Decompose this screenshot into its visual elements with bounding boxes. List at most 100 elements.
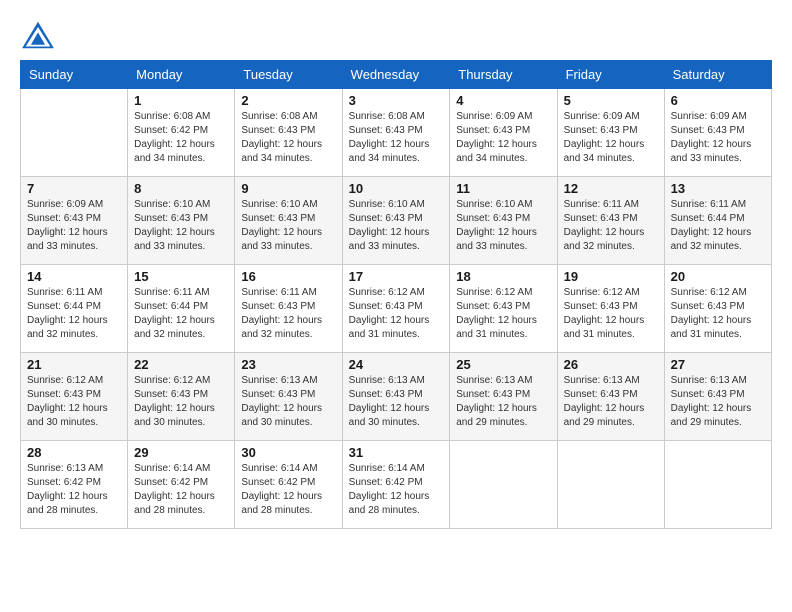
day-info: Sunrise: 6:13 AM Sunset: 6:43 PM Dayligh… xyxy=(564,374,658,430)
calendar-cell: 5Sunrise: 6:09 AM Sunset: 6:43 PM Daylig… xyxy=(557,89,664,177)
day-number: 26 xyxy=(564,357,658,372)
calendar-cell: 24 Sunrise: 6:13 AM Sunset: 6:43 PM Dayli… xyxy=(342,353,450,441)
calendar-cell: 2 Sunrise: 6:08 AM Sunset: 6:43 PM Daylig… xyxy=(235,89,342,177)
day-number: 9 xyxy=(241,181,335,196)
day-info: Sunrise: 6:12 AM Sunset: 6:43 PM Dayligh… xyxy=(671,286,765,342)
day-info: Sunrise: 6:09 AM Sunset: 6:43 PM Dayligh… xyxy=(456,110,550,166)
calendar-cell: 20 Sunrise: 6:12 AM Sunset: 6:43 PM Dayli… xyxy=(664,265,771,353)
day-number: 5 xyxy=(564,93,658,108)
day-info: Sunrise: 6:13 AM Sunset: 6:43 PM Dayligh… xyxy=(671,374,765,430)
day-info: Sunrise: 6:13 AM Sunset: 6:43 PM Dayligh… xyxy=(349,374,444,430)
day-of-week-header: Wednesday xyxy=(342,61,450,89)
calendar-cell: 23 Sunrise: 6:13 AM Sunset: 6:43 PM Dayli… xyxy=(235,353,342,441)
day-info: Sunrise: 6:12 AM Sunset: 6:43 PM Dayligh… xyxy=(134,374,228,430)
calendar-cell xyxy=(664,441,771,529)
calendar-cell: 30 Sunrise: 6:14 AM Sunset: 6:42 PM Dayli… xyxy=(235,441,342,529)
calendar-cell: 26 Sunrise: 6:13 AM Sunset: 6:43 PM Dayli… xyxy=(557,353,664,441)
day-of-week-header: Monday xyxy=(128,61,235,89)
day-number: 4 xyxy=(456,93,550,108)
day-number: 29 xyxy=(134,445,228,460)
day-number: 27 xyxy=(671,357,765,372)
day-number: 23 xyxy=(241,357,335,372)
calendar-cell: 11 Sunrise: 6:10 AM Sunset: 6:43 PM Dayli… xyxy=(450,177,557,265)
calendar-cell: 15Sunrise: 6:11 AM Sunset: 6:44 PM Dayli… xyxy=(128,265,235,353)
day-of-week-header: Tuesday xyxy=(235,61,342,89)
day-number: 11 xyxy=(456,181,550,196)
calendar-week-row: 14Sunrise: 6:11 AM Sunset: 6:44 PM Dayli… xyxy=(21,265,772,353)
day-info: Sunrise: 6:12 AM Sunset: 6:43 PM Dayligh… xyxy=(564,286,658,342)
calendar-header-row: SundayMondayTuesdayWednesdayThursdayFrid… xyxy=(21,61,772,89)
calendar-cell: 21Sunrise: 6:12 AM Sunset: 6:43 PM Dayli… xyxy=(21,353,128,441)
day-number: 13 xyxy=(671,181,765,196)
day-number: 7 xyxy=(27,181,121,196)
day-number: 15 xyxy=(134,269,228,284)
day-number: 21 xyxy=(27,357,121,372)
calendar-cell: 27 Sunrise: 6:13 AM Sunset: 6:43 PM Dayli… xyxy=(664,353,771,441)
calendar-week-row: 1 Sunrise: 6:08 AM Sunset: 6:42 PM Daylig… xyxy=(21,89,772,177)
day-info: Sunrise: 6:11 AM Sunset: 6:44 PM Dayligh… xyxy=(27,286,121,342)
day-number: 22 xyxy=(134,357,228,372)
day-number: 28 xyxy=(27,445,121,460)
calendar-cell: 29 Sunrise: 6:14 AM Sunset: 6:42 PM Dayli… xyxy=(128,441,235,529)
day-info: Sunrise: 6:10 AM Sunset: 6:43 PM Dayligh… xyxy=(134,198,228,254)
day-info: Sunrise: 6:09 AM Sunset: 6:43 PM Dayligh… xyxy=(671,110,765,166)
day-number: 2 xyxy=(241,93,335,108)
calendar-week-row: 7 Sunrise: 6:09 AM Sunset: 6:43 PM Daylig… xyxy=(21,177,772,265)
calendar-cell: 18 Sunrise: 6:12 AM Sunset: 6:43 PM Dayli… xyxy=(450,265,557,353)
calendar-cell: 25 Sunrise: 6:13 AM Sunset: 6:43 PM Dayli… xyxy=(450,353,557,441)
day-number: 16 xyxy=(241,269,335,284)
calendar-week-row: 28 Sunrise: 6:13 AM Sunset: 6:42 PM Dayli… xyxy=(21,441,772,529)
calendar-cell: 16 Sunrise: 6:11 AM Sunset: 6:43 PM Dayli… xyxy=(235,265,342,353)
calendar-cell: 4 Sunrise: 6:09 AM Sunset: 6:43 PM Daylig… xyxy=(450,89,557,177)
calendar-cell: 3 Sunrise: 6:08 AM Sunset: 6:43 PM Daylig… xyxy=(342,89,450,177)
calendar-cell: 6 Sunrise: 6:09 AM Sunset: 6:43 PM Daylig… xyxy=(664,89,771,177)
calendar-week-row: 21 Sunrise: 6:12 AM Sunset: 6:43 PM Dayli… xyxy=(21,353,772,441)
calendar-cell: 9Sunrise: 6:10 AM Sunset: 6:43 PM Daylig… xyxy=(235,177,342,265)
calendar-cell: 10 Sunrise: 6:10 AM Sunset: 6:43 PM Dayli… xyxy=(342,177,450,265)
calendar-cell: 1 Sunrise: 6:08 AM Sunset: 6:42 PM Daylig… xyxy=(128,89,235,177)
calendar-cell xyxy=(557,441,664,529)
day-of-week-header: Sunday xyxy=(21,61,128,89)
day-number: 18 xyxy=(456,269,550,284)
day-info: Sunrise: 6:13 AM Sunset: 6:43 PM Dayligh… xyxy=(456,374,550,430)
calendar-cell: 22 Sunrise: 6:12 AM Sunset: 6:43 PM Dayli… xyxy=(128,353,235,441)
day-info: Sunrise: 6:08 AM Sunset: 6:42 PM Dayligh… xyxy=(134,110,228,166)
day-number: 10 xyxy=(349,181,444,196)
day-number: 8 xyxy=(134,181,228,196)
day-info: Sunrise: 6:12 AM Sunset: 6:43 PM Dayligh… xyxy=(456,286,550,342)
day-info: Sunrise: 6:11 AM Sunset: 6:43 PM Dayligh… xyxy=(241,286,335,342)
day-info: Sunrise: 6:14 AM Sunset: 6:42 PM Dayligh… xyxy=(134,462,228,518)
day-info: Sunrise: 6:10 AM Sunset: 6:43 PM Dayligh… xyxy=(349,198,444,254)
day-info: Sunrise: 6:13 AM Sunset: 6:43 PM Dayligh… xyxy=(241,374,335,430)
calendar-cell: 14Sunrise: 6:11 AM Sunset: 6:44 PM Dayli… xyxy=(21,265,128,353)
day-info: Sunrise: 6:11 AM Sunset: 6:43 PM Dayligh… xyxy=(564,198,658,254)
day-number: 12 xyxy=(564,181,658,196)
day-info: Sunrise: 6:09 AM Sunset: 6:43 PM Dayligh… xyxy=(27,198,121,254)
day-info: Sunrise: 6:12 AM Sunset: 6:43 PM Dayligh… xyxy=(349,286,444,342)
day-number: 1 xyxy=(134,93,228,108)
logo-icon xyxy=(20,20,56,50)
calendar-cell: 12 Sunrise: 6:11 AM Sunset: 6:43 PM Dayli… xyxy=(557,177,664,265)
day-number: 24 xyxy=(349,357,444,372)
day-info: Sunrise: 6:10 AM Sunset: 6:43 PM Dayligh… xyxy=(456,198,550,254)
day-info: Sunrise: 6:13 AM Sunset: 6:42 PM Dayligh… xyxy=(27,462,121,518)
day-number: 30 xyxy=(241,445,335,460)
page-header xyxy=(20,20,772,50)
day-number: 17 xyxy=(349,269,444,284)
calendar-cell xyxy=(450,441,557,529)
day-info: Sunrise: 6:11 AM Sunset: 6:44 PM Dayligh… xyxy=(671,198,765,254)
day-info: Sunrise: 6:14 AM Sunset: 6:42 PM Dayligh… xyxy=(349,462,444,518)
day-info: Sunrise: 6:08 AM Sunset: 6:43 PM Dayligh… xyxy=(241,110,335,166)
calendar-table: SundayMondayTuesdayWednesdayThursdayFrid… xyxy=(20,60,772,529)
day-info: Sunrise: 6:14 AM Sunset: 6:42 PM Dayligh… xyxy=(241,462,335,518)
day-of-week-header: Saturday xyxy=(664,61,771,89)
day-number: 6 xyxy=(671,93,765,108)
day-number: 31 xyxy=(349,445,444,460)
day-number: 3 xyxy=(349,93,444,108)
day-number: 20 xyxy=(671,269,765,284)
day-info: Sunrise: 6:08 AM Sunset: 6:43 PM Dayligh… xyxy=(349,110,444,166)
day-number: 25 xyxy=(456,357,550,372)
day-of-week-header: Thursday xyxy=(450,61,557,89)
calendar-cell: 7 Sunrise: 6:09 AM Sunset: 6:43 PM Daylig… xyxy=(21,177,128,265)
calendar-cell: 17 Sunrise: 6:12 AM Sunset: 6:43 PM Dayli… xyxy=(342,265,450,353)
